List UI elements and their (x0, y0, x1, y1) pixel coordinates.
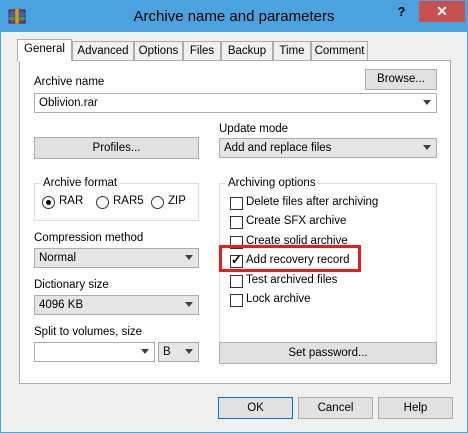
recovery-record-highlight (219, 245, 361, 272)
close-button[interactable]: ✕ (419, 1, 465, 22)
chevron-down-icon (185, 302, 193, 307)
chevron-down-icon (185, 349, 193, 354)
split-volumes-label: Split to volumes, size (34, 326, 143, 338)
chevron-down-icon (185, 255, 193, 260)
delete-files-label: Delete files after archiving (246, 196, 379, 208)
dictionary-size-select[interactable]: 4096 KB (34, 295, 199, 315)
ok-button[interactable]: OK (218, 397, 293, 419)
rar-radio[interactable] (42, 196, 55, 209)
update-mode-label: Update mode (219, 123, 289, 135)
test-archived-checkbox[interactable] (230, 275, 243, 288)
archive-name-combo[interactable]: Oblivion.rar (34, 93, 437, 113)
lock-archive-label: Lock archive (246, 293, 311, 305)
create-sfx-checkbox[interactable] (230, 216, 243, 229)
dialog-client: General Advanced Options Files Backup Ti… (9, 32, 459, 426)
compression-method-value: Normal (39, 252, 77, 264)
general-tab-panel: Archive name Browse... Oblivion.rar Prof… (19, 60, 451, 384)
dictionary-size-value: 4096 KB (39, 299, 84, 311)
split-volumes-unit-select[interactable]: B (158, 342, 199, 362)
archive-name-label: Archive name (34, 76, 105, 88)
tab-options[interactable]: Options (134, 41, 183, 60)
chevron-down-icon (423, 100, 431, 105)
archiving-options-label: Archiving options (226, 176, 318, 190)
tab-general[interactable]: General (17, 39, 72, 61)
archive-format-label: Archive format (41, 176, 120, 190)
delete-files-checkbox[interactable] (230, 197, 243, 210)
tab-files[interactable]: Files (183, 41, 221, 60)
cancel-button[interactable]: Cancel (298, 397, 373, 419)
rar5-label: RAR5 (113, 195, 144, 207)
update-mode-value: Add and replace files (224, 142, 332, 154)
dialog-window: Archive name and parameters ? ✕ General … (0, 0, 468, 433)
help-titlebar-button[interactable]: ? (388, 1, 415, 23)
set-password-button[interactable]: Set password... (219, 342, 437, 364)
title-bar[interactable]: Archive name and parameters ? ✕ (1, 1, 467, 32)
split-volumes-unit: B (163, 346, 171, 358)
tab-backup[interactable]: Backup (221, 41, 273, 60)
browse-button[interactable]: Browse... (365, 69, 437, 90)
rar-label: RAR (59, 195, 84, 207)
dictionary-size-label: Dictionary size (34, 279, 109, 291)
update-mode-select[interactable]: Add and replace files (219, 138, 437, 158)
chevron-down-icon (423, 145, 431, 150)
tab-time[interactable]: Time (273, 41, 311, 60)
zip-label: ZIP (168, 195, 186, 207)
test-archived-label: Test archived files (246, 274, 338, 286)
profiles-button[interactable]: Profiles... (34, 137, 199, 159)
compression-method-select[interactable]: Normal (34, 248, 199, 268)
chevron-down-icon (141, 349, 149, 354)
tab-advanced[interactable]: Advanced (72, 41, 134, 60)
split-volumes-size-input[interactable] (34, 342, 155, 362)
create-sfx-label: Create SFX archive (246, 215, 347, 227)
lock-archive-checkbox[interactable] (230, 294, 243, 307)
compression-method-label: Compression method (34, 232, 144, 244)
rar5-radio[interactable] (96, 196, 109, 209)
help-button[interactable]: Help (378, 397, 453, 419)
archive-name-value: Oblivion.rar (39, 97, 98, 109)
radio-dot (46, 200, 51, 205)
tab-comment[interactable]: Comment (311, 41, 368, 60)
zip-radio[interactable] (151, 196, 164, 209)
